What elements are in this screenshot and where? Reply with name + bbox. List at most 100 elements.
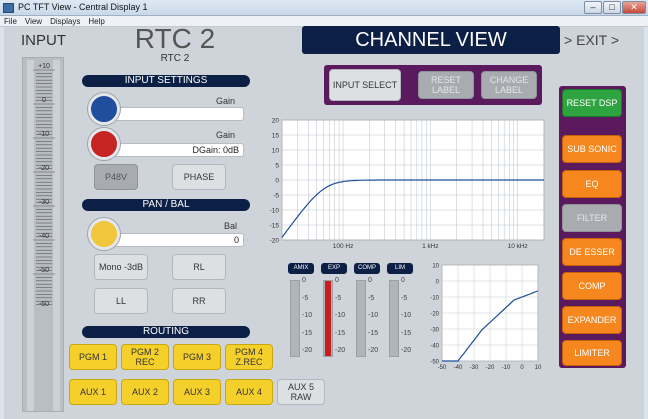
rr-button[interactable]: RR (172, 288, 226, 314)
comp-y-tick-label: -40 (430, 344, 439, 350)
view-title: CHANNEL VIEW (302, 26, 560, 54)
comp-x-tick-label: 10 (535, 365, 542, 371)
route-pgm4-zrec-button[interactable]: PGM 4 Z.REC (225, 344, 273, 370)
minimize-button[interactable]: – (584, 1, 602, 14)
meter-label-amix: AMIX (288, 263, 314, 274)
route-aux1-button[interactable]: AUX 1 (69, 379, 117, 405)
close-button[interactable]: ✕ (622, 1, 646, 14)
meter-tick-label: -5 (401, 294, 408, 302)
eq-y-tick-label: -20 (270, 238, 280, 245)
eq-y-tick-label: -15 (270, 223, 280, 230)
meter-label-comp: COMP (354, 263, 380, 274)
bal-label: Bal (224, 221, 238, 231)
ll-button[interactable]: LL (94, 288, 148, 314)
maximize-button[interactable]: □ (603, 1, 621, 14)
eq-y-tick-label: 15 (272, 133, 280, 140)
meter-label-lim: LIM (387, 263, 413, 274)
window-titlebar: PC TFT View - Central Display 1 – □ ✕ (0, 0, 648, 16)
meter-bar-lim (389, 280, 399, 357)
eq-x-tick-label: 10 kHz (508, 243, 528, 250)
comp-x-tick-label: 0 (520, 365, 524, 371)
input-meter-title: INPUT (21, 32, 66, 49)
meter-tick-label: -10 (302, 312, 313, 319)
subsonic-button[interactable]: SUB SONIC (562, 135, 622, 163)
gain2-knob[interactable] (88, 128, 120, 160)
menu-view[interactable]: View (21, 16, 46, 27)
change-label-button[interactable]: CHANGE LABEL (481, 71, 537, 99)
route-pgm3-button[interactable]: PGM 3 (173, 344, 221, 370)
gain2-label: Gain (216, 130, 236, 140)
comp-x-tick-label: -30 (470, 365, 479, 371)
bal-knob[interactable] (88, 218, 120, 250)
route-pgm1-button[interactable]: PGM 1 (69, 344, 117, 370)
gain1-label: Gain (216, 96, 236, 106)
reset-dsp-button[interactable]: RESET DSP (562, 89, 622, 117)
mono-3db-button[interactable]: Mono -3dB (94, 254, 148, 280)
meter-tick-label: 0 (302, 277, 306, 284)
route-aux2-button[interactable]: AUX 2 (121, 379, 169, 405)
menu-help[interactable]: Help (84, 16, 108, 27)
input-settings-header: INPUT SETTINGS (82, 75, 250, 87)
exit-button[interactable]: > EXIT > (564, 32, 619, 48)
bal-field[interactable]: 0 (100, 233, 244, 247)
gain2-field[interactable]: DGain: 0dB (100, 143, 244, 157)
meter-tick-label: -20 (401, 347, 412, 354)
eq-frequency-graph: 20 15 10 5 0 -5 -10 -15 -20 100 Hz 1 kHz 10 kHz (270, 118, 545, 250)
eq-x-tick-label: 100 Hz (333, 243, 354, 250)
meter-tick-label: -15 (401, 329, 412, 337)
p48v-button[interactable]: P48V (94, 164, 138, 190)
eq-y-tick-label: 5 (275, 163, 279, 170)
comp-y-tick-label: 0 (436, 280, 440, 286)
gain1-field[interactable] (100, 107, 244, 121)
comp-x-tick-label: -50 (438, 365, 447, 371)
route-aux5-raw-button[interactable]: AUX 5 RAW (277, 379, 325, 405)
meter-tick-label: -15 (368, 329, 379, 337)
gain1-knob[interactable] (88, 93, 120, 125)
input-meter-tick-label: -20 (39, 165, 49, 172)
meter-bar-exp (323, 280, 333, 357)
filter-button[interactable]: FILTER (562, 204, 622, 232)
eq-x-tick-label: 1 kHz (422, 243, 439, 250)
menu-displays[interactable]: Displays (46, 16, 84, 27)
phase-button[interactable]: PHASE (172, 164, 226, 190)
meter-tick-label: -10 (368, 312, 379, 319)
input-meter-tick-label: -60 (39, 301, 49, 308)
eq-y-tick-label: 20 (272, 118, 280, 125)
comp-x-tick-label: -40 (454, 365, 463, 371)
window-title: PC TFT View - Central Display 1 (18, 2, 148, 12)
menu-file[interactable]: File (0, 16, 21, 27)
meter-bar-comp (356, 280, 366, 357)
dynamics-meters: AMIX 0 -5 -10 -15 -20 EXP 0 -5 -10 -15 -20 COMP 0 -5 -1… (284, 263, 416, 363)
input-meter-tick-label: -40 (39, 233, 49, 240)
reset-label-button[interactable]: RESET LABEL (418, 71, 474, 99)
label-buttons-panel: INPUT SELECT RESET LABEL CHANGE LABEL (324, 65, 542, 105)
input-select-button[interactable]: INPUT SELECT (329, 69, 401, 101)
route-aux4-button[interactable]: AUX 4 (225, 379, 273, 405)
comp-x-tick-label: -10 (502, 365, 511, 371)
meter-tick-label: -20 (335, 347, 346, 354)
comp-button[interactable]: COMP (562, 272, 622, 300)
dsp-panel: RESET DSP SUB SONIC EQ FILTER DE ESSER C… (559, 86, 626, 368)
route-aux3-button[interactable]: AUX 3 (173, 379, 221, 405)
meter-tick-label: 0 (368, 277, 372, 284)
de-esser-button[interactable]: DE ESSER (562, 238, 622, 266)
meter-fill-exp (325, 281, 331, 356)
input-meter-scale: +10 0 -10 -20 -30 -40 -50 -60 (33, 63, 55, 308)
comp-y-tick-label: 10 (432, 264, 439, 270)
route-pgm2-rec-button[interactable]: PGM 2 REC (121, 344, 169, 370)
input-meter-tick-label: -50 (39, 267, 49, 274)
meter-tick-label: 0 (401, 277, 405, 284)
meter-tick-label: -15 (302, 329, 313, 337)
comp-y-tick-label: -30 (430, 328, 439, 334)
comp-y-tick-label: -20 (430, 312, 439, 318)
expander-button[interactable]: EXPANDER (562, 306, 622, 334)
input-meter-tick-label: 0 (42, 97, 46, 104)
eq-button[interactable]: EQ (562, 170, 622, 198)
eq-y-tick-label: 0 (275, 178, 279, 185)
comp-y-tick-label: -10 (430, 296, 439, 302)
app-icon (3, 3, 14, 13)
rl-button[interactable]: RL (172, 254, 226, 280)
meter-tick-label: -15 (335, 329, 346, 337)
limiter-button[interactable]: LIMITER (562, 340, 622, 366)
meter-tick-label: -20 (302, 347, 313, 354)
